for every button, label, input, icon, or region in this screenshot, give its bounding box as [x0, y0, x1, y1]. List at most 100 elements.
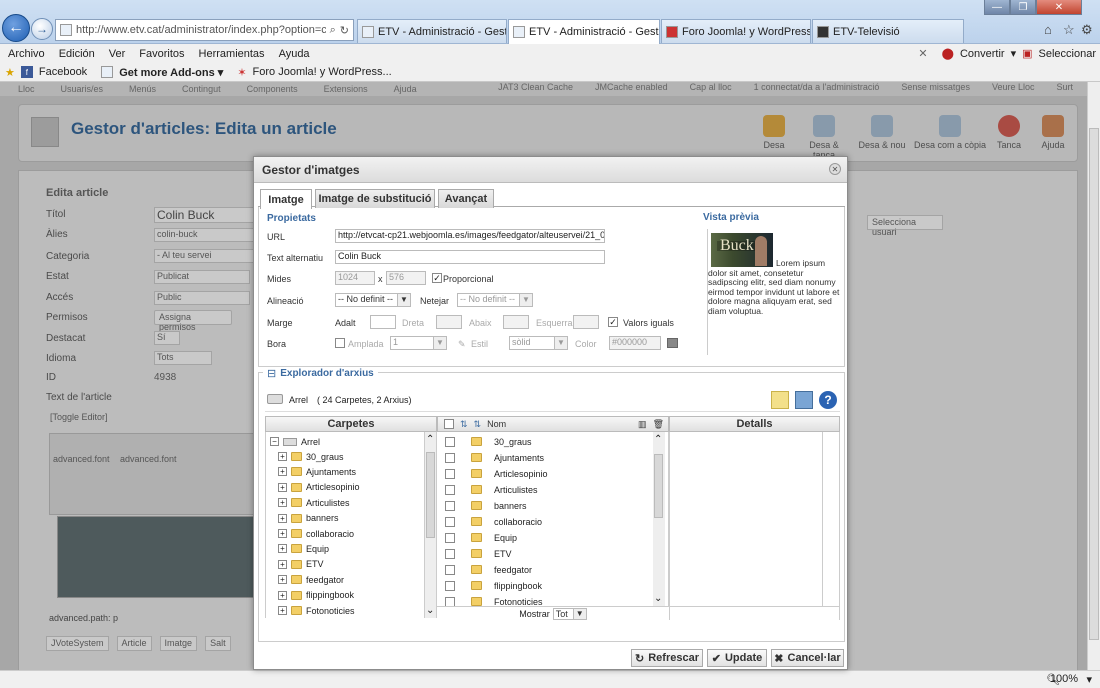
update-button[interactable]: ✔ Update	[707, 649, 767, 667]
item-checkbox[interactable]	[445, 548, 455, 559]
tree-folder-item[interactable]: + banners	[278, 511, 339, 526]
menu-edicion[interactable]: Edición	[59, 48, 95, 60]
file-list-item[interactable]: Fotonoticies	[445, 594, 543, 606]
expand-icon[interactable]: +	[278, 529, 287, 538]
scroll-up-icon[interactable]: ⌃	[654, 434, 662, 445]
favorites-star-icon[interactable]: ★	[5, 66, 15, 79]
convert-button[interactable]: Convertir	[960, 48, 1005, 60]
expand-icon[interactable]: +	[278, 482, 287, 492]
status-messages[interactable]: Sense missatges	[901, 82, 970, 92]
page-scrollbar[interactable]	[1087, 82, 1100, 670]
scroll-down-icon[interactable]: ⌄	[426, 605, 434, 616]
save-new-button[interactable]: Desa & nou	[857, 115, 907, 150]
zoom-level[interactable]: 100%	[1050, 673, 1078, 685]
new-folder-icon[interactable]	[771, 391, 789, 409]
scroll-down-icon[interactable]: ⌄	[654, 593, 662, 604]
margin-right-input[interactable]	[436, 315, 462, 329]
access-select[interactable]: Public	[154, 291, 250, 305]
nav-lloc[interactable]: Lloc	[18, 84, 35, 94]
file-list-item[interactable]: Equip	[445, 530, 517, 545]
back-button[interactable]: ←	[2, 14, 30, 42]
state-select[interactable]: Publicat	[154, 270, 250, 284]
close-window-icon[interactable]: ✕	[1036, 0, 1082, 15]
url-input[interactable]: http://etvcat-cp21.webjoomla.es/images/f…	[335, 229, 605, 243]
refresh-icon[interactable]: ↻	[340, 24, 349, 37]
status-clean-cache[interactable]: JAT3 Clean Cache	[498, 82, 573, 92]
file-list-item[interactable]: feedgator	[445, 562, 532, 577]
border-color-input[interactable]: #000000	[609, 336, 661, 350]
equal-values-checkbox[interactable]: ✓	[608, 317, 618, 327]
tab-2-active[interactable]: ETV - Administració - Gesto... ✕	[508, 19, 660, 44]
nav-contingut[interactable]: Contingut	[182, 84, 221, 94]
tree-folder-item[interactable]: + Articulistes	[278, 495, 350, 510]
status-jmcache[interactable]: JMCache enabled	[595, 82, 668, 92]
align-select[interactable]: -- No definit -- ▼	[335, 293, 411, 307]
tree-folder-item[interactable]: + flippingbook	[278, 588, 354, 603]
fav-facebook[interactable]: Facebook	[39, 66, 87, 78]
file-list-item[interactable]: Ajuntaments	[445, 450, 544, 465]
chevron-down-icon[interactable]: ▾	[1011, 47, 1017, 60]
save-button[interactable]: Desa	[754, 115, 794, 150]
expand-icon[interactable]: +	[278, 559, 287, 569]
toggle-editor[interactable]: [Toggle Editor]	[50, 412, 108, 422]
name-header[interactable]: Nom	[487, 419, 506, 429]
fav-get-addons[interactable]: Get more Add-ons ▾	[119, 66, 223, 79]
menu-ver[interactable]: Ver	[109, 48, 126, 60]
width-input[interactable]: 1024	[335, 271, 375, 285]
help-button[interactable]: Ajuda	[1033, 115, 1073, 150]
tree-scroll-thumb[interactable]	[426, 452, 435, 538]
file-list-item[interactable]: Articulistes	[445, 482, 538, 497]
expand-icon[interactable]: +	[278, 452, 287, 461]
item-checkbox[interactable]	[445, 436, 455, 447]
title-input[interactable]: Colin Buck	[154, 207, 254, 223]
jvotesystem-button[interactable]: JVoteSystem	[46, 636, 109, 651]
root-label[interactable]: Arrel	[289, 395, 308, 405]
item-checkbox[interactable]	[445, 484, 455, 495]
expand-icon[interactable]: +	[278, 544, 287, 554]
tree-scrollbar[interactable]: ⌃ ⌄	[424, 432, 436, 618]
alias-input[interactable]: colin-buck	[154, 228, 254, 242]
item-checkbox[interactable]	[445, 516, 455, 527]
expand-icon[interactable]: +	[278, 513, 287, 523]
featured-select[interactable]: Sí	[154, 331, 180, 345]
tab-image[interactable]: Imatge	[260, 189, 312, 209]
alt-input[interactable]: Colin Buck	[335, 250, 605, 264]
view-list-icon[interactable]: ▥	[638, 419, 647, 430]
sort-icon[interactable]: ⇅	[460, 419, 468, 430]
file-list-item[interactable]: banners	[445, 498, 527, 513]
article-button[interactable]: Article	[116, 636, 152, 651]
font-family-select[interactable]: advanced.font	[53, 454, 110, 464]
border-width-select[interactable]: 1 ▼	[390, 336, 447, 350]
file-list-item[interactable]: Articlesopinio	[445, 466, 548, 481]
close-bar-icon[interactable]: ✕	[918, 47, 927, 60]
save-copy-button[interactable]: Desa com a còpia	[911, 115, 989, 150]
tree-folder-item[interactable]: + Ajuntaments	[278, 464, 356, 479]
status-logout[interactable]: Surt	[1056, 82, 1073, 92]
tree-folder-item[interactable]: + collaboracio	[278, 526, 354, 541]
tab-advanced[interactable]: Avançat	[438, 189, 494, 208]
pagebreak-button[interactable]: Salt	[205, 636, 231, 651]
collapse-icon[interactable]: −	[270, 437, 279, 446]
menu-archivo[interactable]: Archivo	[8, 48, 45, 60]
tree-folder-item[interactable]: + feedgator	[278, 572, 344, 587]
close-button[interactable]: Tanca	[989, 115, 1029, 150]
tree-folder-item[interactable]: + Fotonoticies	[278, 603, 355, 618]
assign-permissions-button[interactable]: Assigna permisos	[154, 310, 232, 332]
color-picker-icon[interactable]	[667, 338, 678, 348]
nav-menus[interactable]: Menús	[129, 84, 156, 94]
height-input[interactable]: 576	[386, 271, 426, 285]
proportional-checkbox[interactable]: ✓	[432, 273, 442, 283]
favorites-star-icon[interactable]: ☆	[1063, 22, 1075, 38]
item-checkbox[interactable]	[445, 564, 455, 575]
editor-content-area[interactable]	[57, 516, 269, 598]
refresh-button[interactable]: ↻ Refrescar	[631, 649, 703, 667]
cancel-button[interactable]: ✖ Cancel·lar	[771, 649, 844, 667]
item-checkbox[interactable]	[445, 596, 455, 606]
forward-button[interactable]: →	[31, 18, 53, 40]
status-site[interactable]: Cap al lloc	[690, 82, 732, 92]
item-checkbox[interactable]	[445, 532, 455, 543]
border-style-select[interactable]: sòlid ▼	[509, 336, 568, 350]
nav-usuaris[interactable]: Usuaris/es	[61, 84, 104, 94]
margin-left-input[interactable]	[573, 315, 599, 329]
expand-icon[interactable]: +	[278, 575, 287, 585]
